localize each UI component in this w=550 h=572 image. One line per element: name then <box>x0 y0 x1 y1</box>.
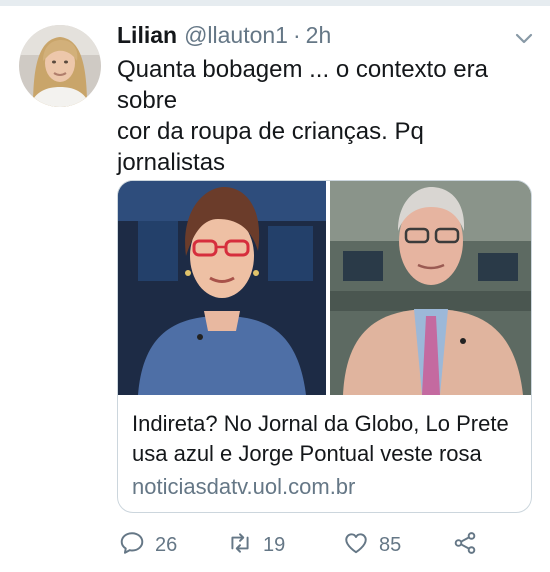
top-divider <box>0 0 550 6</box>
chevron-down-icon[interactable] <box>512 28 536 48</box>
reply-button[interactable]: 26 <box>119 528 177 562</box>
tweet-timestamp[interactable]: 2h <box>306 22 332 49</box>
reply-count: 26 <box>155 533 178 556</box>
reply-icon <box>119 530 145 561</box>
like-button[interactable]: 85 <box>343 528 401 562</box>
card-domain[interactable]: noticiasdatv.uol.com.br <box>132 474 355 500</box>
link-card[interactable]: Indireta? No Jornal da Globo, Lo Prete u… <box>117 180 532 513</box>
like-count: 85 <box>379 533 402 556</box>
retweet-icon <box>227 530 253 561</box>
tweet-header: Lilian @llauton1 · 2h <box>117 22 331 52</box>
share-button[interactable] <box>452 528 478 562</box>
like-icon <box>343 530 369 561</box>
card-title[interactable]: Indireta? No Jornal da Globo, Lo Prete u… <box>132 409 524 469</box>
header-separator: · <box>292 22 301 48</box>
author-handle[interactable]: @llauton1 <box>184 22 288 49</box>
retweet-button[interactable]: 19 <box>227 528 285 562</box>
tweet-actions: 26 19 85 <box>117 528 537 562</box>
retweet-count: 19 <box>263 533 286 556</box>
avatar[interactable] <box>19 25 101 107</box>
author-name[interactable]: Lilian <box>117 22 177 49</box>
share-icon <box>452 530 478 561</box>
card-image[interactable] <box>118 181 531 395</box>
